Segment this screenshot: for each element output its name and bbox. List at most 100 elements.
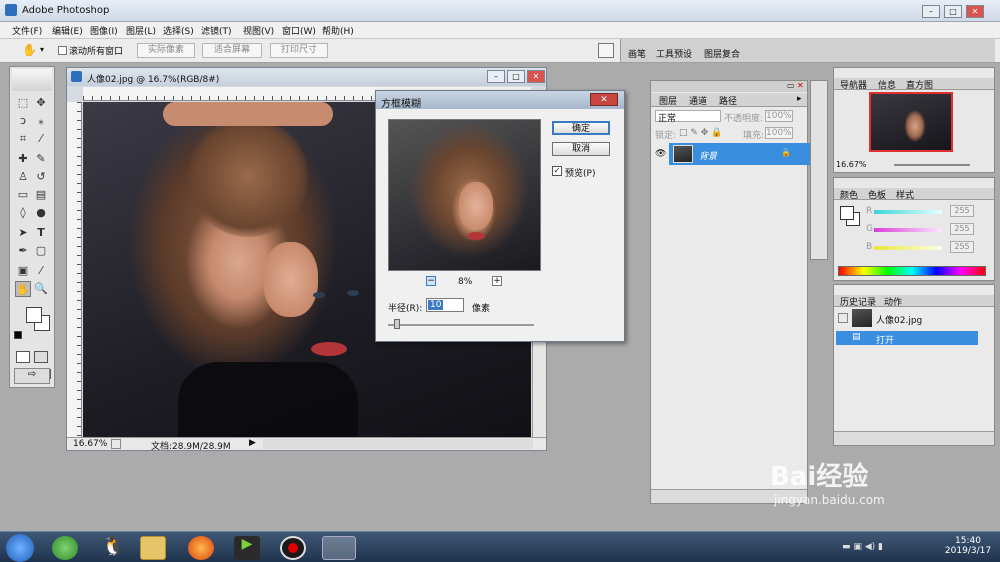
menu-file[interactable]: 文件(F) <box>12 24 42 37</box>
fit-screen-button[interactable]: 适合屏幕 <box>202 43 262 58</box>
move-tool-icon[interactable]: ✥ <box>33 95 49 111</box>
channel-b-slider[interactable] <box>874 246 942 250</box>
navigator-thumbnail[interactable] <box>869 92 953 152</box>
lasso-tool-icon[interactable]: ↄ <box>15 113 31 129</box>
hand-tool-icon[interactable]: ✋ <box>22 43 37 57</box>
magic-wand-tool-icon[interactable]: ⁎ <box>33 113 49 129</box>
menu-select[interactable]: 选择(S) <box>163 24 194 37</box>
chevron-down-icon[interactable]: ▾ <box>40 45 44 54</box>
brush-tool-icon[interactable]: ✎ <box>33 151 49 167</box>
menu-image[interactable]: 图像(I) <box>90 24 118 37</box>
dodge-tool-icon[interactable]: ● <box>33 205 49 221</box>
jump-to-imageready-icon[interactable]: ⇨ <box>14 368 50 384</box>
dialog-close-button[interactable]: ✕ <box>590 93 618 106</box>
tab-color[interactable]: 颜色 <box>840 188 858 201</box>
shape-tool-icon[interactable]: ▢ <box>33 243 49 259</box>
start-button[interactable] <box>6 534 34 562</box>
status-info-icon[interactable] <box>111 439 121 449</box>
channel-g-slider[interactable] <box>874 228 942 232</box>
menu-layer[interactable]: 图层(L) <box>126 24 156 37</box>
minimize-button[interactable]: – <box>922 5 940 18</box>
tab-paths[interactable]: 路径 <box>719 94 737 107</box>
tray-icons[interactable]: ▬ ▣ ◀) ▮ <box>842 542 883 552</box>
foreground-color-swatch[interactable] <box>26 307 42 323</box>
zoom-in-button[interactable]: + <box>492 276 502 286</box>
panel-close-icon[interactable]: ✕ <box>797 81 804 90</box>
horizontal-scrollbar[interactable] <box>263 439 533 449</box>
slice-tool-icon[interactable]: ⁄ <box>33 131 49 147</box>
opacity-input[interactable]: 100% <box>765 110 793 122</box>
tab-info[interactable]: 信息 <box>878 78 896 91</box>
channel-g-value[interactable]: 255 <box>950 223 974 235</box>
notes-tool-icon[interactable]: ▣ <box>15 263 31 279</box>
tab-history[interactable]: 历史记录 <box>840 295 876 308</box>
tab-layer-comps[interactable]: 图层复合 <box>704 47 740 60</box>
media-player-icon[interactable]: ▶ <box>234 536 260 560</box>
clone-stamp-tool-icon[interactable]: ♙ <box>15 169 31 185</box>
scroll-all-checkbox[interactable] <box>58 46 67 55</box>
ok-button[interactable]: 确定 <box>552 121 610 135</box>
record-icon[interactable] <box>280 536 306 560</box>
menu-view[interactable]: 视图(V) <box>243 24 274 37</box>
history-brush-tool-icon[interactable]: ↺ <box>33 169 49 185</box>
pen-tool-icon[interactable]: ✒ <box>15 243 31 259</box>
history-brush-source-icon[interactable] <box>838 313 848 323</box>
doc-minimize-button[interactable]: – <box>487 70 505 83</box>
standard-mode-icon[interactable] <box>16 351 30 363</box>
eye-icon[interactable]: 👁 <box>655 149 666 159</box>
lock-icons[interactable]: □ ✎ ✥ 🔒 <box>679 128 722 138</box>
zoom-tool-icon[interactable]: 🔍 <box>33 281 49 297</box>
panel-minimize-icon[interactable]: ▭ <box>787 81 795 90</box>
tab-swatches[interactable]: 色板 <box>868 188 886 201</box>
quickmask-mode-icon[interactable] <box>34 351 48 363</box>
gradient-tool-icon[interactable]: ▤ <box>33 187 49 203</box>
tab-actions[interactable]: 动作 <box>884 295 902 308</box>
preview-checkbox[interactable]: ✓ <box>552 166 562 176</box>
tab-styles[interactable]: 样式 <box>896 188 914 201</box>
palette-well-icon[interactable] <box>598 43 614 58</box>
navigator-zoom-slider[interactable] <box>894 164 970 166</box>
channel-r-slider[interactable] <box>874 210 942 214</box>
blur-tool-icon[interactable]: ◊ <box>15 205 31 221</box>
doc-close-button[interactable]: ✕ <box>527 70 545 83</box>
radius-slider-thumb[interactable] <box>394 319 400 329</box>
blend-mode-select[interactable]: 正常 <box>655 110 721 124</box>
zoom-out-button[interactable]: − <box>426 276 436 286</box>
channel-b-value[interactable]: 255 <box>950 241 974 253</box>
tab-layers[interactable]: 图层 <box>659 94 677 107</box>
file-explorer-icon[interactable] <box>140 536 166 560</box>
eyedropper-tool-icon[interactable]: ⁄ <box>33 263 49 279</box>
tab-brushes[interactable]: 画笔 <box>628 47 646 60</box>
layer-row-background[interactable]: 背景 🔒 <box>669 143 811 165</box>
navigator-zoom[interactable]: 16.67% <box>836 160 867 169</box>
fg-color-swatch[interactable] <box>840 206 854 220</box>
firefox-icon[interactable] <box>188 536 214 560</box>
tab-navigator[interactable]: 导航器 <box>840 78 867 91</box>
menu-window[interactable]: 窗口(W) <box>282 24 316 37</box>
menu-filter[interactable]: 滤镜(T) <box>201 24 232 37</box>
ruler-vertical[interactable] <box>67 102 82 438</box>
hand-tool-button[interactable]: ✋ <box>15 281 31 297</box>
zoom-level[interactable]: 16.67% <box>73 439 107 449</box>
fill-input[interactable]: 100% <box>765 127 793 139</box>
tab-histogram[interactable]: 直方图 <box>906 78 933 91</box>
default-colors-icon[interactable] <box>14 331 22 339</box>
tab-tool-presets[interactable]: 工具预设 <box>656 47 692 60</box>
doc-maximize-button[interactable]: □ <box>507 70 525 83</box>
tab-channels[interactable]: 通道 <box>689 94 707 107</box>
radius-input[interactable]: 10 <box>426 298 464 312</box>
channel-r-value[interactable]: 255 <box>950 205 974 217</box>
radius-slider-track[interactable] <box>388 324 534 326</box>
color-spectrum-bar[interactable] <box>838 266 986 276</box>
panel-menu-icon[interactable]: ▸ <box>797 94 802 104</box>
actual-pixels-button[interactable]: 实际像素 <box>137 43 195 58</box>
360-browser-icon[interactable] <box>52 536 78 560</box>
menu-help[interactable]: 帮助(H) <box>322 24 354 37</box>
healing-brush-tool-icon[interactable]: ✚ <box>15 151 31 167</box>
photoshop-taskbar-icon[interactable] <box>322 536 356 560</box>
qq-icon[interactable]: 🐧 <box>100 536 126 560</box>
marquee-tool-icon[interactable]: ⬚ <box>15 95 31 111</box>
cancel-button[interactable]: 取消 <box>552 142 610 156</box>
history-item-open[interactable]: ▤ 打开 <box>836 331 978 346</box>
eraser-tool-icon[interactable]: ▭ <box>15 187 31 203</box>
